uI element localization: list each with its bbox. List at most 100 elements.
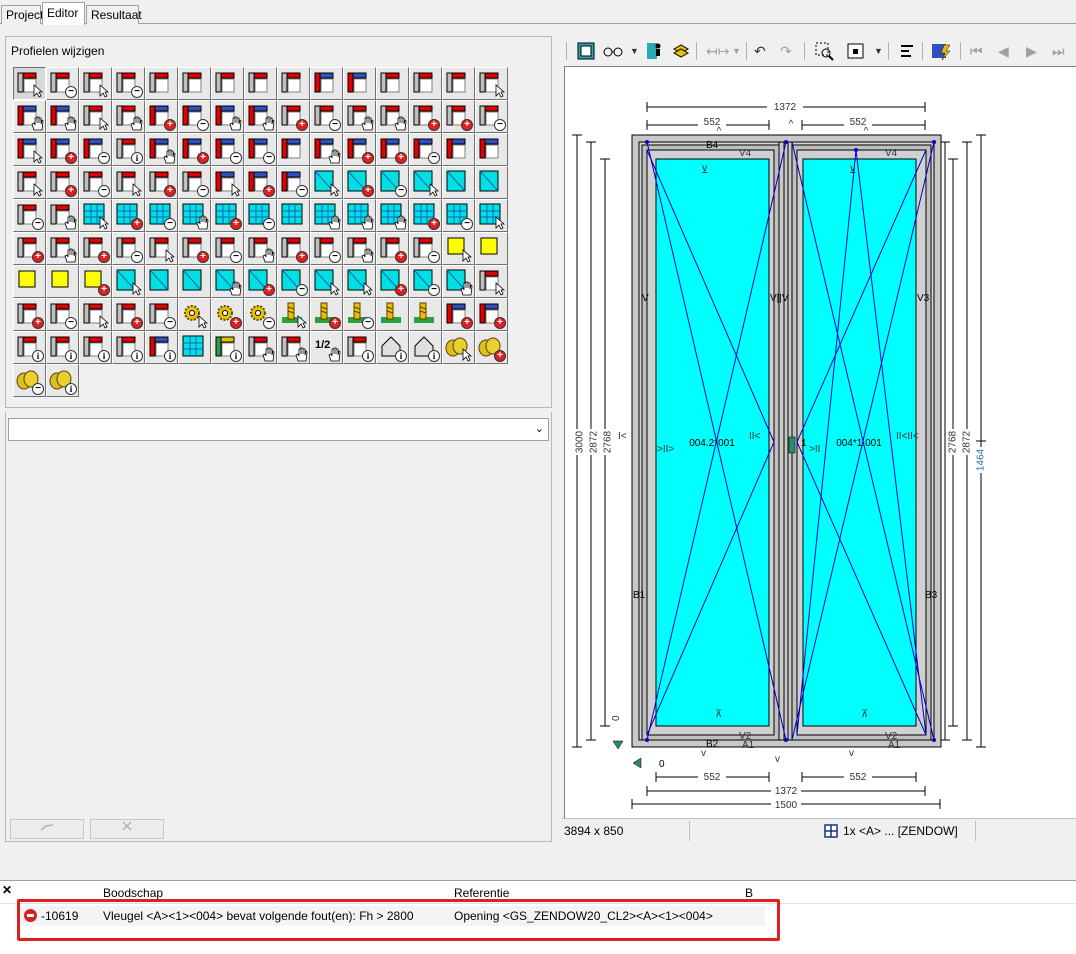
tool-button-35[interactable] bbox=[145, 133, 178, 166]
tool-button-32[interactable]: + bbox=[46, 133, 79, 166]
tab-project[interactable]: Project bbox=[1, 5, 43, 24]
tool-button-73[interactable]: + bbox=[409, 199, 442, 232]
column-header-reference[interactable]: Referentie bbox=[454, 886, 509, 900]
tool-button-122[interactable]: i bbox=[46, 331, 79, 364]
tool-button-116[interactable]: − bbox=[343, 298, 376, 331]
tool-button-101[interactable] bbox=[343, 265, 376, 298]
tool-button-130[interactable]: 1/2 bbox=[310, 331, 343, 364]
tool-button-79[interactable]: − bbox=[112, 232, 145, 265]
tool-button-10[interactable] bbox=[310, 67, 343, 100]
tool-button-49[interactable] bbox=[112, 166, 145, 199]
zoom-dropdown-arrow[interactable]: ▼ bbox=[874, 41, 883, 61]
tab-resultaat[interactable]: Resultaat bbox=[86, 5, 142, 24]
tool-button-43[interactable]: − bbox=[409, 133, 442, 166]
zoom-fit-icon[interactable] bbox=[846, 41, 866, 61]
tool-button-27[interactable] bbox=[376, 100, 409, 133]
tool-button-34[interactable]: i bbox=[112, 133, 145, 166]
tool-button-47[interactable]: + bbox=[46, 166, 79, 199]
tool-button-105[interactable] bbox=[475, 265, 508, 298]
tool-button-112[interactable]: + bbox=[211, 298, 244, 331]
tool-button-7[interactable] bbox=[211, 67, 244, 100]
tool-button-121[interactable]: i bbox=[13, 331, 46, 364]
tool-button-74[interactable]: − bbox=[442, 199, 475, 232]
drawing-canvas[interactable]: .dim { stroke:#000; stroke-width:1; fill… bbox=[564, 66, 1076, 818]
tool-button-77[interactable] bbox=[46, 232, 79, 265]
tool-button-97[interactable] bbox=[211, 265, 244, 298]
tool-button-20[interactable]: + bbox=[145, 100, 178, 133]
tool-button-21[interactable]: − bbox=[178, 100, 211, 133]
next-icon[interactable]: ▶ bbox=[1026, 41, 1037, 61]
tool-button-133[interactable]: i bbox=[409, 331, 442, 364]
tool-button-124[interactable]: i bbox=[112, 331, 145, 364]
prev-icon[interactable]: ◀ bbox=[998, 41, 1009, 61]
tool-button-18[interactable] bbox=[79, 100, 112, 133]
tool-button-65[interactable]: − bbox=[145, 199, 178, 232]
undo-icon[interactable]: ↶ bbox=[754, 41, 766, 61]
tool-button-129[interactable] bbox=[277, 331, 310, 364]
tool-button-110[interactable]: − bbox=[145, 298, 178, 331]
tool-button-114[interactable] bbox=[277, 298, 310, 331]
tool-button-60[interactable] bbox=[475, 166, 508, 199]
redo-icon[interactable]: ↷ bbox=[780, 41, 792, 61]
tool-button-76[interactable]: + bbox=[13, 232, 46, 265]
tool-button-30[interactable]: − bbox=[475, 100, 508, 133]
tool-button-3[interactable] bbox=[79, 67, 112, 100]
tool-button-67[interactable]: + bbox=[211, 199, 244, 232]
confirm-button[interactable] bbox=[10, 819, 84, 839]
tool-button-72[interactable] bbox=[376, 199, 409, 232]
tool-button-62[interactable] bbox=[46, 199, 79, 232]
tool-button-87[interactable]: + bbox=[376, 232, 409, 265]
tool-button-15[interactable] bbox=[475, 67, 508, 100]
tool-button-134[interactable] bbox=[442, 331, 475, 364]
tool-button-98[interactable]: + bbox=[244, 265, 277, 298]
tool-button-46[interactable] bbox=[13, 166, 46, 199]
tool-button-96[interactable] bbox=[178, 265, 211, 298]
tool-button-113[interactable]: − bbox=[244, 298, 277, 331]
tool-button-117[interactable] bbox=[376, 298, 409, 331]
tool-button-132[interactable]: i bbox=[376, 331, 409, 364]
tool-button-83[interactable] bbox=[244, 232, 277, 265]
tool-button-103[interactable]: − bbox=[409, 265, 442, 298]
tool-button-109[interactable]: + bbox=[112, 298, 145, 331]
tool-button-45[interactable] bbox=[475, 133, 508, 166]
tool-button-80[interactable] bbox=[145, 232, 178, 265]
tool-button-88[interactable]: − bbox=[409, 232, 442, 265]
tool-button-23[interactable] bbox=[244, 100, 277, 133]
tool-button-126[interactable] bbox=[178, 331, 211, 364]
tool-button-131[interactable]: i bbox=[343, 331, 376, 364]
tool-button-108[interactable] bbox=[79, 298, 112, 331]
tool-button-125[interactable]: i bbox=[145, 331, 178, 364]
tool-button-118[interactable] bbox=[409, 298, 442, 331]
tool-button-19[interactable] bbox=[112, 100, 145, 133]
tool-button-4[interactable]: − bbox=[112, 67, 145, 100]
tool-button-128[interactable] bbox=[244, 331, 277, 364]
tool-button-39[interactable] bbox=[277, 133, 310, 166]
tool-button-6[interactable] bbox=[178, 67, 211, 100]
person-icon[interactable] bbox=[646, 41, 664, 61]
tool-button-136[interactable]: − bbox=[13, 364, 46, 397]
tool-button-52[interactable] bbox=[211, 166, 244, 199]
tool-button-48[interactable]: − bbox=[79, 166, 112, 199]
last-icon[interactable]: ⏭ bbox=[1052, 41, 1065, 61]
tool-button-115[interactable]: + bbox=[310, 298, 343, 331]
tool-button-102[interactable]: + bbox=[376, 265, 409, 298]
view-icon[interactable] bbox=[576, 41, 596, 61]
tool-button-16[interactable] bbox=[13, 100, 46, 133]
tool-button-64[interactable]: + bbox=[112, 199, 145, 232]
tool-button-61[interactable]: − bbox=[13, 199, 46, 232]
tool-button-127[interactable]: i bbox=[211, 331, 244, 364]
tool-button-50[interactable]: + bbox=[145, 166, 178, 199]
tool-button-12[interactable] bbox=[376, 67, 409, 100]
tool-button-69[interactable] bbox=[277, 199, 310, 232]
tool-button-25[interactable]: − bbox=[310, 100, 343, 133]
column-header-b[interactable]: B bbox=[745, 886, 753, 900]
tool-button-107[interactable]: − bbox=[46, 298, 79, 331]
tool-button-92[interactable] bbox=[46, 265, 79, 298]
tool-button-42[interactable]: + bbox=[376, 133, 409, 166]
tool-button-58[interactable] bbox=[409, 166, 442, 199]
column-header-message[interactable]: Boodschap bbox=[103, 886, 163, 900]
tool-button-8[interactable] bbox=[244, 67, 277, 100]
glasses-icon[interactable] bbox=[602, 41, 624, 61]
tool-button-89[interactable] bbox=[442, 232, 475, 265]
layers-icon[interactable] bbox=[672, 41, 690, 61]
